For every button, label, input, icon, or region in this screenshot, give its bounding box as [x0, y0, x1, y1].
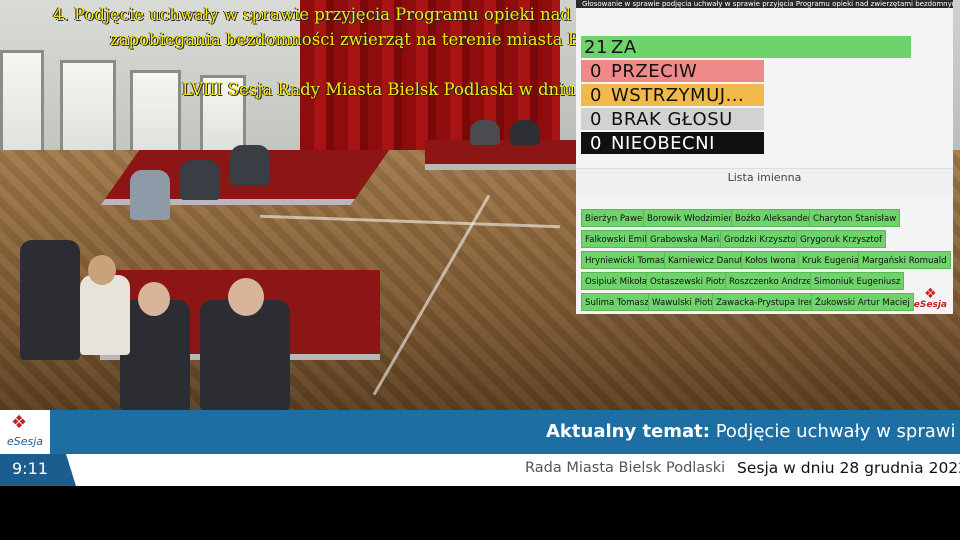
- voter-chip: Ostaszewski Piotr: [646, 272, 730, 290]
- esesja-logo-icon: ❖: [11, 412, 28, 433]
- voter-chip: Zawacka-Prystupa Irena: [712, 293, 824, 311]
- councillor: [180, 160, 220, 200]
- esesja-logo-icon: ❖: [924, 286, 937, 302]
- councillor: [120, 300, 190, 410]
- voter-chip: Kruk Eugenia: [798, 251, 864, 269]
- councillor: [230, 145, 270, 185]
- esesja-logo: ❖ eSesja: [0, 410, 50, 454]
- voter-chip: Borowik Włodzimierz: [643, 209, 741, 227]
- councillor-head: [228, 278, 264, 316]
- councillor: [130, 170, 170, 220]
- councillor-head: [138, 282, 170, 316]
- councillor: [510, 120, 540, 145]
- vote-row-przeciw: 0 PRZECIW: [581, 60, 764, 82]
- name-list-title: Lista imienna: [727, 171, 802, 184]
- voter-chip: Wawulski Piotr: [648, 293, 719, 311]
- voter-chip: Kołos Iwona: [741, 251, 800, 269]
- councillor: [200, 300, 290, 410]
- presidium-table: [425, 140, 580, 170]
- vote-count: 0: [590, 84, 602, 106]
- current-topic-value: Podjęcie uchwały w sprawi: [715, 421, 956, 442]
- esesja-logo-text: eSesja: [7, 435, 44, 448]
- council-name: Rada Miasta Bielsk Podlaski: [525, 460, 726, 476]
- voter-chip: Grygoruk Krzysztof: [796, 230, 887, 248]
- vote-row-brak-glosu: 0 BRAK GŁOSU: [581, 108, 764, 130]
- vote-count: 21: [584, 36, 608, 58]
- vote-count: 0: [590, 132, 602, 154]
- session-date: Sesja w dniu 28 grudnia 2022: [737, 459, 960, 477]
- voter-chip: Simoniuk Eugeniusz: [810, 272, 905, 290]
- voter-chip: Margański Romuald: [858, 251, 951, 269]
- vote-header: Głosowanie w sprawie podjęcia uchwały w …: [576, 0, 953, 8]
- vote-row-wstrzymujace: 0 WSTRZYMUJ...: [581, 84, 764, 106]
- voter-chip: Sulima Tomasz: [581, 293, 653, 311]
- voter-chip: Karniewicz Danuta: [664, 251, 753, 269]
- voter-chip: Hryniewicki Tomasz: [581, 251, 674, 269]
- voter-chip: Falkowski Emil: [581, 230, 651, 248]
- vote-label: PRZECIW: [611, 60, 698, 82]
- vote-label: ZA: [611, 36, 637, 58]
- vote-count: 0: [590, 60, 602, 82]
- voter-chip: Żukowski Artur Maciej: [811, 293, 914, 311]
- voter-chip: Grabowska Maria: [646, 230, 729, 248]
- voter-chip: Roszczenko Andrzej: [725, 272, 818, 290]
- esesja-logo: ❖ eSesja: [913, 286, 947, 310]
- voter-chip: Bierżyn Paweł: [581, 209, 649, 227]
- vote-row-za: 21 ZA: [581, 36, 911, 58]
- vote-results-panel: Głosowanie w sprawie podjęcia uchwały w …: [576, 0, 953, 314]
- vote-label: BRAK GŁOSU: [611, 108, 733, 130]
- councillor-head: [88, 255, 116, 285]
- voter-chip: Charyton Stanisław: [809, 209, 901, 227]
- vote-label: NIEOBECNI: [611, 132, 715, 154]
- councillor: [80, 275, 130, 355]
- current-topic: Aktualny temat: Podjęcie uchwały w spraw…: [546, 421, 955, 442]
- vote-count: 0: [590, 108, 602, 130]
- esesja-logo-text: eSesja: [913, 300, 947, 310]
- voter-chip: Grodzki Krzysztof: [720, 230, 803, 248]
- voter-chip: Bożko Aleksander: [731, 209, 816, 227]
- clock: 9:11: [12, 459, 48, 478]
- vote-row-nieobecni: 0 NIEOBECNI: [581, 132, 764, 154]
- councillor: [20, 240, 80, 360]
- councillor: [470, 120, 500, 145]
- vote-label: WSTRZYMUJ...: [611, 84, 745, 106]
- voter-chip: Osipiuk Mikołaj: [581, 272, 654, 290]
- current-topic-label: Aktualny temat:: [546, 421, 710, 442]
